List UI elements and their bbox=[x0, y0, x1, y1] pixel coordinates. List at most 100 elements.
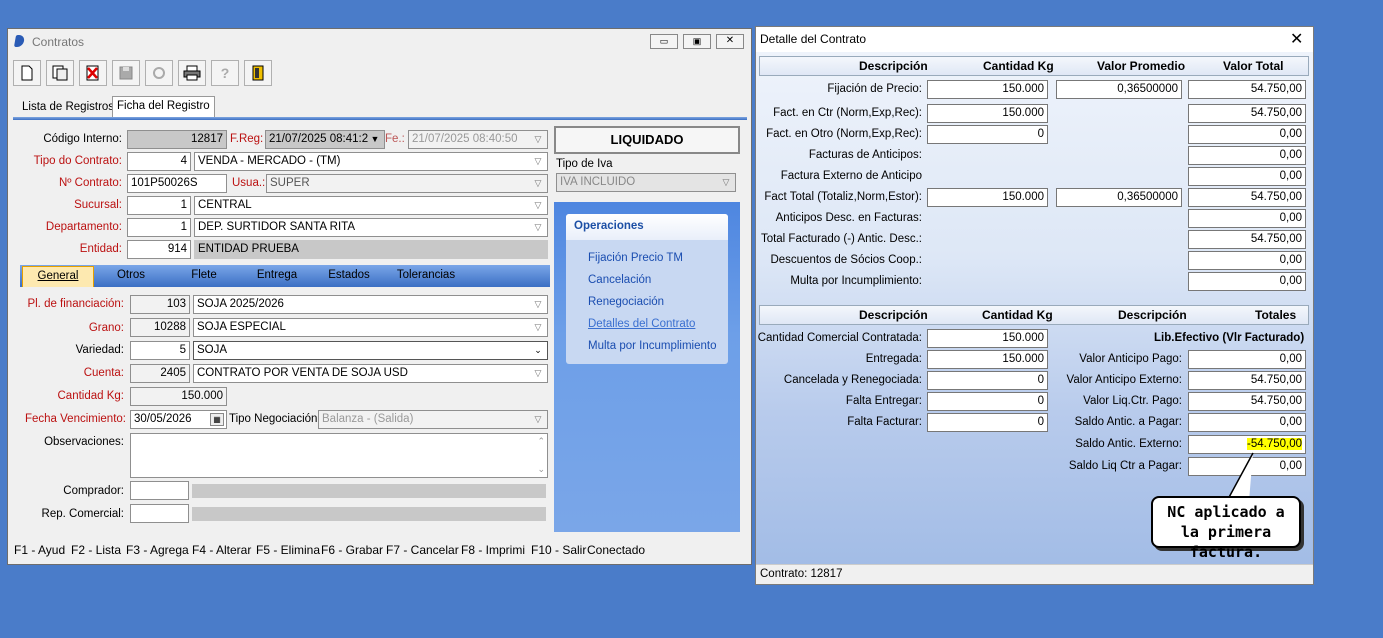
app-logo-icon bbox=[13, 35, 26, 47]
copy-icon[interactable] bbox=[46, 60, 74, 86]
operaciones-panel: Operaciones Fijación Precio TM Cancelaci… bbox=[554, 202, 740, 532]
op-cancelacion-link[interactable]: Cancelación bbox=[588, 274, 651, 286]
tipo-iva-select: IVA INCLUIDO ▽ bbox=[556, 173, 736, 192]
detalle-close-icon[interactable]: ✕ bbox=[1290, 29, 1303, 49]
tab-underline bbox=[13, 117, 747, 120]
br-saldo-antic-pagar-label: Saldo Antic. a Pagar: bbox=[1074, 416, 1182, 428]
f10-salir[interactable]: F10 - Salir bbox=[531, 541, 586, 559]
lib-efectivo-title: Lib.Efectivo (Vlr Facturado) bbox=[1154, 332, 1305, 344]
comprador-code[interactable] bbox=[130, 481, 189, 500]
observaciones-textarea[interactable]: ⌃ ⌄ bbox=[130, 433, 548, 478]
tipo-iva-label: Tipo de Iva bbox=[556, 158, 613, 170]
subtab-entrega[interactable]: Entrega bbox=[242, 266, 312, 287]
row-total-facturado-label: Total Facturado (-) Antic. Desc.: bbox=[760, 233, 922, 245]
variedad-select[interactable]: SOJA ⌄ bbox=[193, 341, 548, 360]
op-detalles-link[interactable]: Detalles del Contrato bbox=[588, 318, 695, 330]
print-icon[interactable] bbox=[178, 60, 206, 86]
op-multa-link[interactable]: Multa por Incumplimiento bbox=[588, 340, 716, 352]
rep-code[interactable] bbox=[130, 504, 189, 523]
tipo-contrato-code[interactable]: 4 bbox=[127, 152, 191, 171]
pl-fin-code[interactable]: 103 bbox=[130, 295, 190, 314]
row-fact-total-avg: 0,36500000 bbox=[1056, 188, 1182, 207]
subtab-flete[interactable]: Flete bbox=[168, 266, 240, 287]
op-fijacion-link[interactable]: Fijación Precio TM bbox=[588, 252, 683, 264]
grano-select[interactable]: SOJA ESPECIAL ▽ bbox=[193, 318, 548, 337]
scroll-up-icon[interactable]: ⌃ bbox=[537, 436, 545, 447]
op-renegociacion-link[interactable]: Renegociación bbox=[588, 296, 664, 308]
f7-cancelar[interactable]: F7 - Cancelar bbox=[386, 541, 459, 559]
row-fijacion-avg: 0,36500000 bbox=[1056, 80, 1182, 99]
help-icon[interactable]: ? bbox=[211, 60, 239, 86]
tipo-contrato-label: Tipo do Contrato: bbox=[33, 155, 122, 167]
br-anticipo-pago-value: 0,00 bbox=[1188, 350, 1306, 369]
f4-alterar[interactable]: F4 - Alterar bbox=[192, 541, 251, 559]
entidad-label: Entidad: bbox=[79, 243, 122, 255]
sucursal-label: Sucursal: bbox=[74, 199, 122, 211]
freg-field[interactable]: 21/07/2025 08:41:2 ▼ bbox=[265, 130, 385, 149]
nro-contrato-field[interactable]: 101P50026S bbox=[127, 174, 227, 193]
bot-hdr-totales: Totales bbox=[1255, 308, 1297, 322]
variedad-code[interactable]: 5 bbox=[130, 341, 190, 360]
cantidad-label: Cantidad Kg: bbox=[57, 390, 125, 402]
calendar-icon[interactable]: ▦ bbox=[210, 413, 224, 426]
f1-ayuda[interactable]: F1 - Ayud bbox=[14, 541, 65, 559]
operaciones-title: Operaciones bbox=[566, 214, 728, 240]
f8-imprimir[interactable]: F8 - Imprimi bbox=[461, 541, 525, 559]
subtab-tolerancias[interactable]: Tolerancias bbox=[386, 266, 466, 287]
f6-grabar[interactable]: F6 - Grabar bbox=[321, 541, 383, 559]
departamento-code[interactable]: 1 bbox=[127, 218, 191, 237]
variedad-label: Variedad: bbox=[75, 344, 124, 356]
cuenta-code[interactable]: 2405 bbox=[130, 364, 190, 383]
codigo-label: Código Interno: bbox=[43, 133, 122, 145]
detalle-status-bar: Contrato: 12817 bbox=[756, 564, 1313, 584]
cuenta-select[interactable]: CONTRATO POR VENTA DE SOJA USD ▽ bbox=[193, 364, 548, 383]
fe-field: 21/07/2025 08:40:50 ▽ bbox=[408, 130, 548, 149]
row-total-facturado-total: 54.750,00 bbox=[1188, 230, 1306, 249]
tipo-contrato-select[interactable]: VENDA - MERCADO - (TM) ▽ bbox=[194, 152, 548, 171]
row-descuentos-total: 0,00 bbox=[1188, 251, 1306, 270]
subtab-general[interactable]: General bbox=[22, 266, 94, 287]
f5-elimina[interactable]: F5 - Elimina bbox=[256, 541, 320, 559]
row-fact-ctr-label: Fact. en Ctr (Norm,Exp,Rec): bbox=[773, 107, 922, 119]
row-fact-otro-label: Fact. en Otro (Norm,Exp,Rec): bbox=[766, 128, 922, 140]
codigo-field[interactable]: 12817 bbox=[127, 130, 227, 149]
maximize-button[interactable]: ▣ bbox=[683, 34, 711, 49]
br-anticipo-externo-label: Valor Anticipo Externo: bbox=[1066, 374, 1183, 386]
entidad-field: ENTIDAD PRUEBA bbox=[194, 240, 548, 259]
sucursal-code[interactable]: 1 bbox=[127, 196, 191, 215]
minimize-button[interactable]: ▭ bbox=[650, 34, 678, 49]
f2-lista[interactable]: F2 - Lista bbox=[71, 541, 121, 559]
row-anticipos-desc-total: 0,00 bbox=[1188, 209, 1306, 228]
subtab-otros[interactable]: Otros bbox=[96, 266, 166, 287]
row-fact-ctr-total: 54.750,00 bbox=[1188, 104, 1306, 123]
entidad-code[interactable]: 914 bbox=[127, 240, 191, 259]
comprador-name bbox=[192, 484, 546, 498]
sucursal-select[interactable]: CENTRAL ▽ bbox=[194, 196, 548, 215]
operaciones-box: Operaciones Fijación Precio TM Cancelaci… bbox=[566, 214, 728, 364]
br-saldo-antic-externo-label: Saldo Antic. Externo: bbox=[1075, 438, 1182, 450]
row-fijacion-label: Fijación de Precio: bbox=[827, 83, 922, 95]
row-fact-total-qty: 150.000 bbox=[927, 188, 1048, 207]
tab-lista[interactable]: Lista de Registros bbox=[18, 99, 118, 117]
subtab-estados[interactable]: Estados bbox=[314, 266, 384, 287]
departamento-select[interactable]: DEP. SURTIDOR SANTA RITA ▽ bbox=[194, 218, 548, 237]
detalle-title-bar: Detalle del Contrato ✕ bbox=[756, 27, 1313, 52]
grano-code[interactable]: 10288 bbox=[130, 318, 190, 337]
fecha-venc-field[interactable]: 30/05/2026 ▦ bbox=[130, 410, 227, 429]
tab-ficha[interactable]: Ficha del Registro bbox=[112, 96, 215, 117]
row-multa-label: Multa por Incumplimiento: bbox=[790, 275, 922, 287]
pl-fin-select[interactable]: SOJA 2025/2026 ▽ bbox=[193, 295, 548, 314]
connection-status: Conectado bbox=[587, 543, 646, 557]
row-fact-anticipos-total: 0,00 bbox=[1188, 146, 1306, 165]
tipo-neg-select: Balanza - (Salida) ▽ bbox=[318, 410, 548, 429]
top-hdr-qty: Cantidad Kg bbox=[983, 59, 1054, 73]
toolbar: ? bbox=[13, 60, 293, 88]
delete-icon[interactable] bbox=[79, 60, 107, 86]
exit-icon[interactable] bbox=[244, 60, 272, 86]
new-icon[interactable] bbox=[13, 60, 41, 86]
f3-agrega[interactable]: F3 - Agrega bbox=[126, 541, 189, 559]
close-button[interactable]: ✕ bbox=[716, 34, 744, 49]
cantidad-field[interactable]: 150.000 bbox=[130, 387, 227, 406]
tipo-neg-label: Tipo Negociación: bbox=[229, 413, 321, 425]
scroll-down-icon[interactable]: ⌄ bbox=[537, 464, 545, 475]
